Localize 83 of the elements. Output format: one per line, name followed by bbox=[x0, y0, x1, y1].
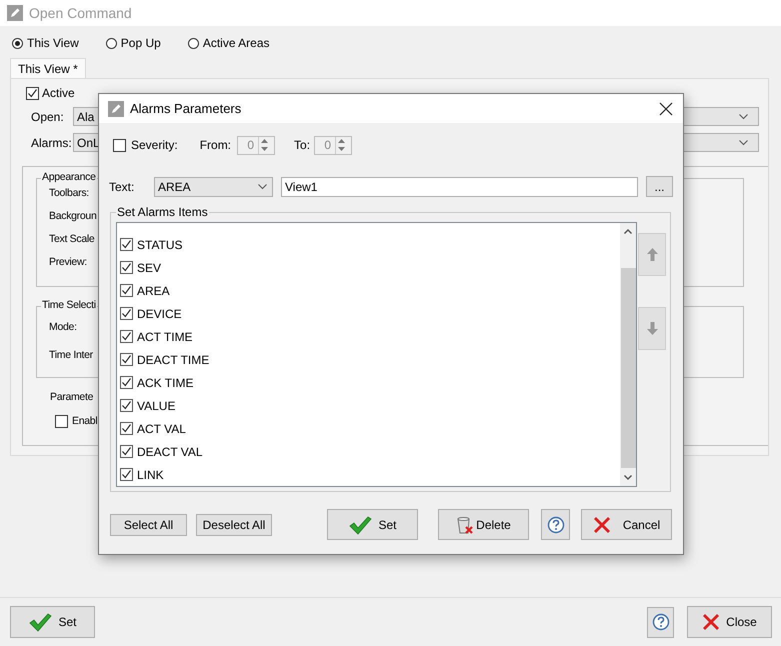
field-label: Open: bbox=[31, 110, 65, 124]
set-button[interactable]: Set bbox=[10, 606, 95, 638]
group-title: Time Selecti bbox=[41, 299, 97, 311]
scroll-down-icon bbox=[624, 475, 632, 480]
list-item[interactable]: AREA bbox=[137, 284, 170, 298]
checkbox[interactable] bbox=[120, 376, 133, 389]
checkbox[interactable] bbox=[120, 284, 133, 297]
scrollbar[interactable] bbox=[620, 223, 636, 486]
spin-up-icon bbox=[338, 138, 346, 143]
section-label: Paramete bbox=[50, 391, 94, 403]
list-item[interactable]: ACT TIME bbox=[137, 330, 193, 344]
list-item[interactable]: DEACT VAL bbox=[137, 444, 203, 458]
list-item[interactable]: VALUE bbox=[137, 398, 176, 412]
checkbox[interactable] bbox=[120, 468, 133, 481]
field-label: To: bbox=[294, 138, 310, 152]
dropdown[interactable]: AREA bbox=[154, 176, 273, 196]
checkbox[interactable] bbox=[26, 86, 39, 100]
close-icon[interactable] bbox=[659, 102, 673, 116]
set-button[interactable]: Set bbox=[327, 509, 418, 540]
checkbox[interactable] bbox=[120, 353, 133, 366]
checkbox[interactable] bbox=[120, 445, 133, 458]
checkbox[interactable] bbox=[120, 330, 133, 343]
field-label: Text: bbox=[109, 180, 136, 194]
checkbox[interactable] bbox=[55, 415, 68, 428]
window-title: Open Command bbox=[29, 5, 132, 21]
close-icon bbox=[702, 613, 720, 631]
group-title: Set Alarms Items bbox=[116, 205, 209, 219]
chevron-icon bbox=[258, 184, 267, 190]
down-arrow-icon bbox=[646, 322, 658, 335]
close-button[interactable]: Close bbox=[687, 606, 772, 638]
chevron-icon bbox=[739, 140, 748, 146]
pencil-icon bbox=[108, 100, 124, 116]
tab[interactable]: This View * bbox=[10, 58, 86, 78]
field-label: Time Inter bbox=[49, 349, 93, 361]
help-icon bbox=[652, 613, 670, 631]
list-item[interactable]: ACT VAL bbox=[137, 422, 186, 436]
list-item[interactable]: ACK TIME bbox=[137, 376, 194, 390]
spin-up-icon bbox=[261, 138, 268, 143]
checkbox[interactable] bbox=[120, 238, 133, 251]
scroll-up-icon bbox=[624, 229, 632, 234]
checkbox[interactable] bbox=[120, 261, 133, 274]
field-label: Toolbars: bbox=[49, 187, 89, 199]
trash-icon bbox=[456, 516, 474, 534]
spin-down-icon bbox=[261, 147, 268, 152]
browse-button[interactable]: ... bbox=[646, 176, 673, 197]
field-label: Preview: bbox=[49, 256, 87, 268]
select-all-button[interactable]: Select All bbox=[110, 514, 187, 536]
cancel-button[interactable]: Cancel bbox=[581, 509, 672, 540]
field-label: Alarms: bbox=[31, 136, 73, 150]
list-item[interactable]: LINK bbox=[137, 468, 164, 482]
spin-down-icon bbox=[338, 147, 346, 152]
field-label: From: bbox=[200, 138, 232, 152]
chevron-icon bbox=[739, 114, 748, 120]
list-item[interactable]: DEACT TIME bbox=[137, 352, 210, 366]
list-item[interactable]: SEV bbox=[137, 260, 162, 274]
text-field[interactable]: View1 bbox=[281, 176, 638, 196]
radio-option[interactable]: Pop Up bbox=[106, 36, 161, 50]
check-icon bbox=[28, 612, 52, 632]
deselect-all-button[interactable]: Deselect All bbox=[196, 514, 272, 536]
group-title: Appearance bbox=[41, 171, 97, 183]
field-label: Mode: bbox=[49, 321, 77, 333]
checkbox-label: Enabl bbox=[72, 415, 98, 427]
delete-button[interactable]: Delete bbox=[438, 509, 529, 540]
help-button[interactable] bbox=[647, 606, 674, 638]
up-arrow-icon bbox=[646, 248, 658, 261]
field-label: Backgroun bbox=[49, 210, 96, 222]
pencil-icon bbox=[7, 5, 23, 21]
close-icon bbox=[592, 516, 611, 534]
help-button[interactable] bbox=[541, 509, 570, 540]
field-label: Text Scale bbox=[49, 233, 94, 245]
check-icon bbox=[348, 514, 372, 534]
radio-option[interactable]: This View bbox=[12, 36, 79, 50]
list-item[interactable]: STATUS bbox=[137, 238, 183, 252]
checkbox[interactable] bbox=[120, 307, 133, 320]
checkbox[interactable] bbox=[113, 138, 126, 152]
dialog-title: Alarms Parameters bbox=[130, 101, 242, 116]
help-icon bbox=[546, 516, 564, 534]
checkbox[interactable] bbox=[120, 399, 133, 412]
checkbox-label: Active bbox=[42, 86, 75, 100]
checkbox[interactable] bbox=[120, 422, 133, 435]
radio-option[interactable]: Active Areas bbox=[188, 36, 270, 50]
checkbox-label: Severity: bbox=[131, 138, 178, 152]
list-item[interactable]: DEVICE bbox=[137, 306, 182, 320]
